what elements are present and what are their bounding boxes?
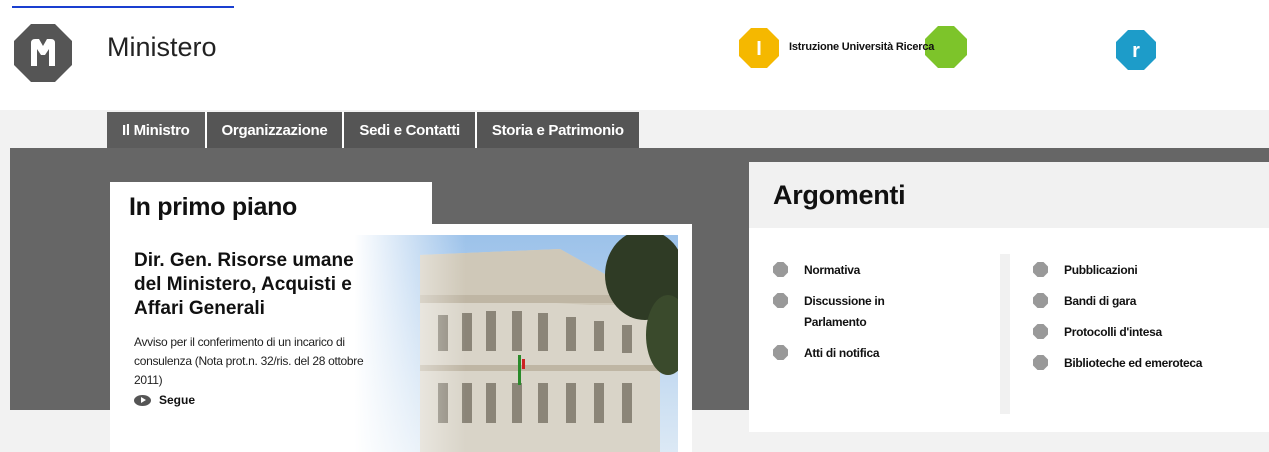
octagon-bullet-icon <box>773 262 788 277</box>
argomenti-list-right: Pubblicazioni Bandi di gara Protocolli d… <box>1033 260 1213 384</box>
segue-link[interactable]: Segue <box>134 393 384 407</box>
svg-text:r: r <box>1132 40 1140 62</box>
argomenti-item-label: Protocolli d'intesa <box>1064 325 1162 339</box>
ricerca-icon[interactable]: r <box>1116 30 1156 70</box>
argomenti-item-label: Bandi di gara <box>1064 294 1137 308</box>
tricolor-label[interactable]: Istruzione Università Ricerca <box>789 41 934 53</box>
feature-text: Dir. Gen. Risorse umane del Ministero, A… <box>134 249 384 407</box>
argomenti-panel: Argomenti Normativa Discussione in Parla… <box>749 162 1269 432</box>
ministero-logo-icon[interactable] <box>14 24 72 82</box>
argomenti-item-bandi[interactable]: Bandi di gara <box>1033 291 1213 312</box>
argomenti-item-label: Discussione in Parlamento <box>804 294 885 329</box>
feature-body: Avviso per il conferimento di un incaric… <box>134 335 364 387</box>
top-link-underline[interactable] <box>12 0 234 8</box>
argomenti-item-pubblicazioni[interactable]: Pubblicazioni <box>1033 260 1213 281</box>
argomenti-item-discussione[interactable]: Discussione in Parlamento <box>773 291 943 333</box>
argomenti-item-protocolli[interactable]: Protocolli d'intesa <box>1033 322 1213 343</box>
istruzione-icon[interactable]: I <box>739 28 779 68</box>
featured-article[interactable]: Dir. Gen. Risorse umane del Ministero, A… <box>120 235 678 452</box>
svg-text:I: I <box>756 38 762 60</box>
argomenti-item-label: Pubblicazioni <box>1064 263 1138 277</box>
argomenti-item-label: Biblioteche ed emeroteca <box>1064 356 1203 370</box>
argomenti-item-biblioteche[interactable]: Biblioteche ed emeroteca <box>1033 353 1213 374</box>
octagon-bullet-icon <box>773 345 788 360</box>
octagon-bullet-icon <box>1033 324 1048 339</box>
header: Ministero I Istruzione Università Ricerc… <box>0 0 1269 110</box>
feature-title[interactable]: Dir. Gen. Risorse umane del Ministero, A… <box>134 249 384 321</box>
argomenti-title: Argomenti <box>773 180 906 210</box>
column-divider <box>1000 254 1010 414</box>
segue-label: Segue <box>159 393 196 407</box>
octagon-bullet-icon <box>1033 355 1048 370</box>
octagon-bullet-icon <box>773 293 788 308</box>
argomenti-item-label: Atti di notifica <box>804 346 880 360</box>
argomenti-list-left: Normativa Discussione in Parlamento Atti… <box>773 260 943 374</box>
nav-il-ministro[interactable]: Il Ministro <box>107 112 207 148</box>
nav-sedi-e-contatti[interactable]: Sedi e Contatti <box>344 112 477 148</box>
primo-piano-title: In primo piano <box>129 193 298 221</box>
nav-organizzazione[interactable]: Organizzazione <box>206 112 345 148</box>
ministero-brand[interactable]: Ministero <box>107 32 217 63</box>
argomenti-item-normativa[interactable]: Normativa <box>773 260 943 281</box>
arrow-right-icon <box>134 394 151 406</box>
argomenti-item-label: Normativa <box>804 263 860 277</box>
main-nav: Il Ministro Organizzazione Sedi e Contat… <box>107 112 639 148</box>
argomenti-item-atti[interactable]: Atti di notifica <box>773 343 943 364</box>
nav-storia-e-patrimonio[interactable]: Storia e Patrimonio <box>476 112 639 148</box>
octagon-bullet-icon <box>1033 262 1048 277</box>
octagon-bullet-icon <box>1033 293 1048 308</box>
